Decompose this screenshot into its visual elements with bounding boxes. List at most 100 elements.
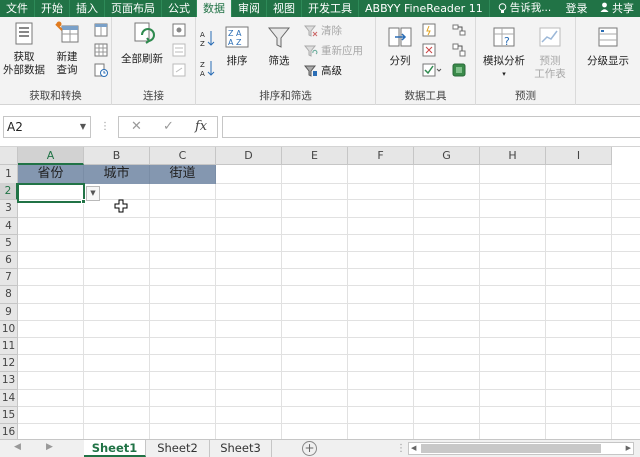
clear-filter-button[interactable]: 清除 (304, 23, 342, 38)
formula-controls: ✕ ✓ fx (118, 116, 218, 138)
row-header-3[interactable]: 3 (0, 200, 18, 218)
row-header-2[interactable]: 2 (0, 183, 18, 201)
reapply-button[interactable]: 重新应用 (304, 43, 363, 58)
tab-formulas[interactable]: 公式 (162, 0, 197, 17)
scroll-tabs-right-icon[interactable]: ▶ (46, 442, 53, 452)
new-query-button[interactable]: 新建 查询 (48, 21, 86, 77)
column-header-F[interactable]: F (348, 147, 414, 165)
connections-button[interactable] (172, 23, 186, 37)
tab-page-layout[interactable]: 页面布局 (105, 0, 162, 17)
advanced-filter-button[interactable]: 高级 (304, 63, 342, 78)
tab-insert[interactable]: 插入 (70, 0, 105, 17)
horizontal-scrollbar[interactable]: ◀ ▶ (408, 442, 634, 455)
flash-fill-button[interactable] (422, 23, 436, 37)
row-header-7[interactable]: 7 (0, 269, 18, 287)
share-button[interactable]: 共享 (594, 0, 640, 17)
tell-me-box[interactable]: 告诉我... (490, 0, 560, 17)
data-validation-button[interactable] (422, 63, 442, 77)
tab-home[interactable]: 开始 (35, 0, 70, 17)
cell-B1[interactable]: 城市 (84, 165, 150, 184)
cancel-icon[interactable]: ✕ (131, 119, 142, 134)
insert-function-icon[interactable]: fx (195, 119, 207, 134)
row-header-10[interactable]: 10 (0, 320, 18, 338)
svg-text:Z: Z (200, 61, 205, 69)
consolidate-button[interactable] (452, 23, 466, 37)
flash-fill-icon (422, 23, 436, 37)
scroll-tabs-left-icon[interactable]: ◀ (14, 442, 21, 452)
sort-descending-button[interactable]: ZA (200, 59, 216, 77)
row-header-1[interactable]: 1 (0, 165, 18, 184)
formula-bar-grip-icon[interactable]: ⋮ (100, 121, 110, 132)
column-header-E[interactable]: E (282, 147, 348, 165)
column-header-H[interactable]: H (480, 147, 546, 165)
recent-sources-button[interactable] (94, 63, 108, 77)
scroll-right-icon[interactable]: ▶ (626, 444, 631, 452)
tab-file[interactable]: 文件 (0, 0, 35, 17)
tab-developer[interactable]: 开发工具 (302, 0, 359, 17)
row-header-9[interactable]: 9 (0, 303, 18, 321)
add-sheet-icon[interactable]: + (302, 441, 317, 456)
chevron-down-icon[interactable]: ▼ (80, 117, 86, 137)
edit-links-button[interactable] (172, 63, 186, 77)
horizontal-scroll-thumb[interactable] (421, 444, 601, 453)
select-all-corner[interactable] (0, 147, 18, 165)
row-gridline (18, 199, 640, 201)
name-box[interactable]: A2 ▼ (3, 116, 91, 138)
column-header-I[interactable]: I (546, 147, 612, 165)
row-header-11[interactable]: 11 (0, 338, 18, 356)
sort-ascending-button[interactable]: AZ (200, 29, 216, 47)
text-to-columns-button[interactable]: 分列 (382, 25, 418, 68)
column-header-C[interactable]: C (150, 147, 216, 165)
group-outline[interactable]: 分级显示 (576, 17, 640, 105)
show-queries-button[interactable] (94, 23, 108, 37)
column-header-G[interactable]: G (414, 147, 480, 165)
sort-button[interactable]: Z AA Z 排序 (220, 25, 254, 68)
row-header-4[interactable]: 4 (0, 217, 18, 235)
row-header-15[interactable]: 15 (0, 406, 18, 424)
row-header-12[interactable]: 12 (0, 355, 18, 373)
active-cell-A2[interactable] (17, 183, 85, 203)
tab-abbyy[interactable]: ABBYY FineReader 11 (359, 0, 490, 17)
column-header-A[interactable]: A (18, 147, 84, 165)
row-header-13[interactable]: 13 (0, 372, 18, 390)
sort-dialog-icon: Z AA Z (225, 26, 249, 48)
validation-dropdown-button[interactable]: ▼ (86, 186, 100, 201)
properties-button[interactable] (172, 43, 186, 57)
row-header-6[interactable]: 6 (0, 252, 18, 270)
relationships-button[interactable] (452, 43, 466, 57)
data-model-button[interactable] (452, 63, 466, 77)
from-table-button[interactable] (94, 43, 108, 57)
grid-table-icon (94, 43, 108, 57)
sheet-tab-2[interactable]: Sheet2 (146, 440, 210, 457)
what-if-analysis-button[interactable]: ? 模拟分析 ▾ (480, 25, 528, 81)
formula-input[interactable] (222, 116, 640, 138)
svg-text:Z: Z (200, 40, 205, 47)
cell-A1[interactable]: 省份 (18, 165, 84, 184)
outline-button[interactable]: 分级显示 (580, 25, 636, 68)
forecast-sheet-button[interactable]: 预测 工作表 (530, 25, 570, 81)
cell-C1[interactable]: 街道 (150, 165, 216, 184)
row-header-8[interactable]: 8 (0, 286, 18, 304)
row-header-5[interactable]: 5 (0, 234, 18, 252)
tab-review[interactable]: 审阅 (232, 0, 267, 17)
column-header-B[interactable]: B (84, 147, 150, 165)
row-header-16[interactable]: 16 (0, 424, 18, 439)
column-header-D[interactable]: D (216, 147, 282, 165)
what-if-dropdown-icon: ▾ (502, 70, 506, 78)
filter-button[interactable]: 筛选 (262, 25, 296, 68)
remove-duplicates-button[interactable] (422, 43, 436, 57)
row-header-14[interactable]: 14 (0, 389, 18, 407)
scroll-left-icon[interactable]: ◀ (411, 444, 416, 452)
sheet-tab-1[interactable]: Sheet1 (84, 440, 146, 457)
tab-data[interactable]: 数据 (197, 0, 232, 17)
get-external-data-button[interactable]: 获取 外部数据 (2, 21, 46, 77)
tab-view[interactable]: 视图 (267, 0, 302, 17)
confirm-icon[interactable]: ✓ (163, 119, 174, 134)
tab-split-handle-icon[interactable]: ⋮ (396, 443, 406, 454)
sheet-tab-3[interactable]: Sheet3 (210, 440, 272, 457)
worksheet-grid[interactable]: ABCDEFGHI 1 2 3 4 5 6 7 8 9 10 11 12 13 14 15 16 省份 城市 … (0, 147, 640, 439)
row-gridline (18, 302, 640, 304)
relationships-icon (452, 43, 466, 57)
refresh-all-button[interactable]: 全部刷新 (116, 21, 168, 66)
login-link[interactable]: 登录 (560, 0, 594, 17)
